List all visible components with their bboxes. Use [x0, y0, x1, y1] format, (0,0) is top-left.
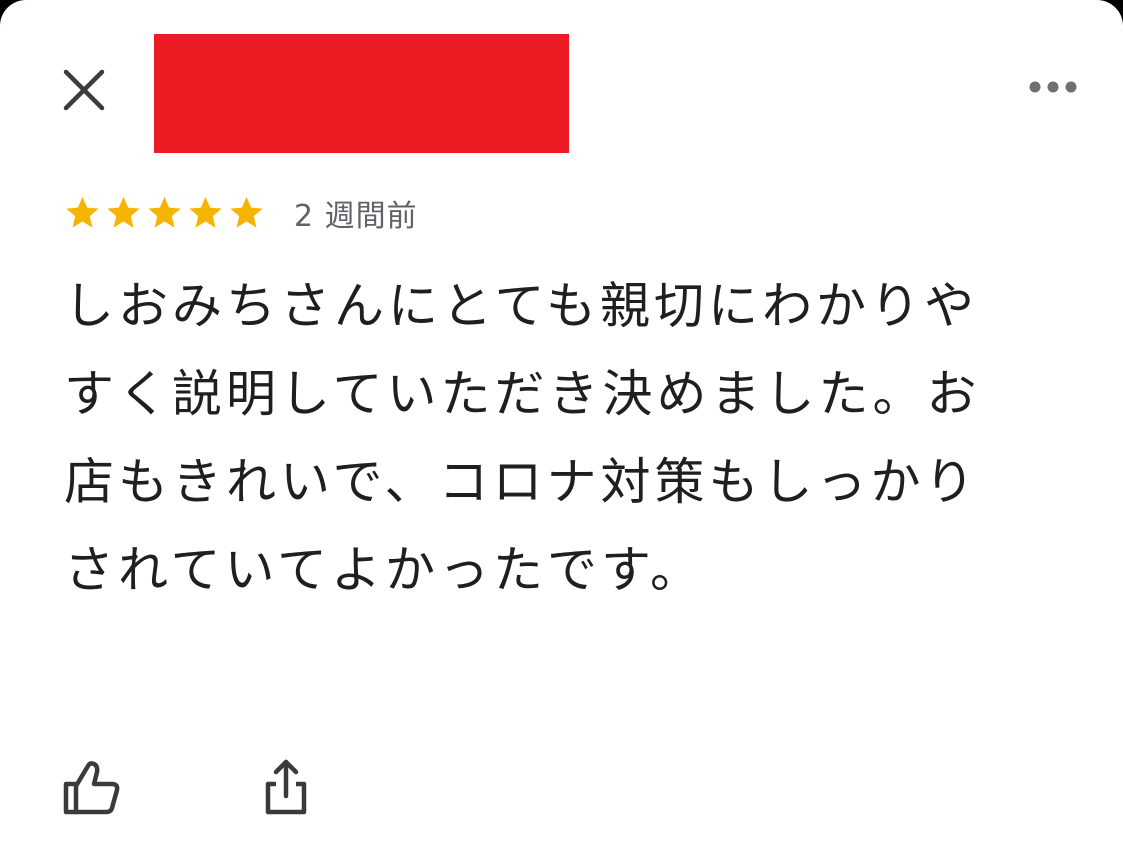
close-button[interactable] [52, 58, 116, 122]
share-icon [265, 759, 307, 815]
star-rating [62, 194, 267, 232]
star-filled-icon [66, 196, 99, 228]
close-icon [63, 69, 105, 111]
star-filled-icon [230, 196, 263, 228]
review-time: 2 週間前 [294, 199, 418, 234]
more-horizontal-icon [1029, 81, 1077, 93]
review-text: しおみちさんにとても親切にわかりやすく説明していただき決めました。お店もきれいで… [64, 277, 981, 599]
rating-row: 2 週間前 [62, 190, 418, 236]
like-button[interactable] [60, 756, 124, 820]
review-sheet: 2 週間前 しおみちさんにとても親切にわかりやすく説明していただき決めました。お… [0, 0, 1123, 865]
star-filled-icon [107, 196, 140, 228]
more-options-button[interactable] [1018, 64, 1088, 110]
star-filled-icon [189, 196, 222, 228]
share-button[interactable] [254, 754, 318, 818]
star-filled-icon [148, 196, 181, 228]
redacted-reviewer-name [154, 34, 569, 153]
thumbs-up-icon [63, 761, 120, 815]
